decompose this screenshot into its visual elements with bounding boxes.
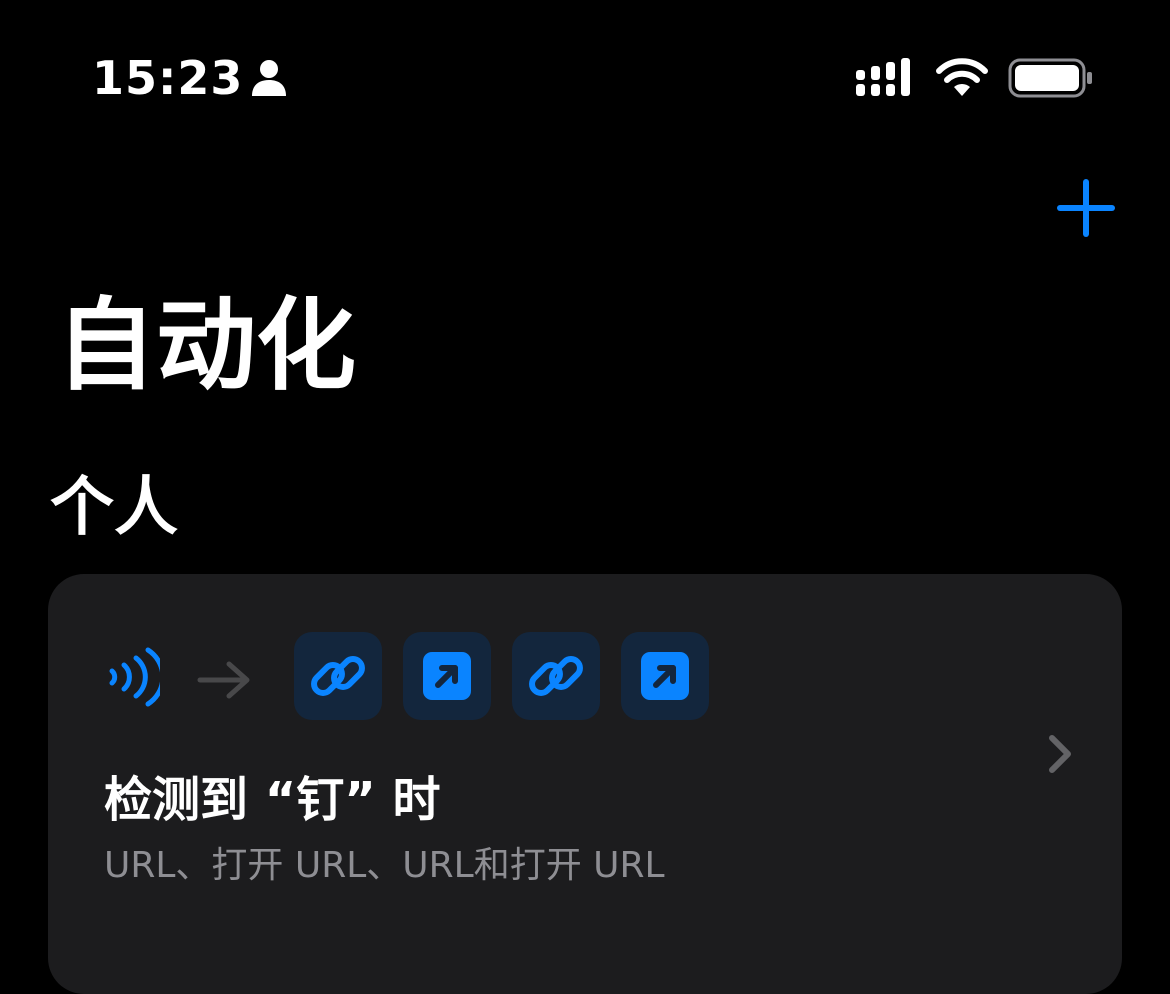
link-icon: [529, 656, 583, 696]
automation-subtitle: URL、打开 URL、URL和打开 URL: [104, 845, 665, 886]
add-automation-button[interactable]: [1056, 178, 1116, 238]
automation-card[interactable]: 检测到 “钉” 时 URL、打开 URL、URL和打开 URL: [48, 574, 1122, 994]
person-icon: [252, 60, 286, 96]
cellular-signal-icon: [856, 58, 910, 96]
action-url: [294, 632, 382, 720]
plus-icon: [1057, 179, 1115, 237]
nfc-icon: [109, 647, 160, 707]
open-url-icon: [641, 652, 689, 700]
status-bar: 15:23: [0, 0, 1170, 160]
automation-title: 检测到 “钉” 时: [104, 772, 441, 828]
page-title: 自动化: [56, 287, 356, 404]
action-open-url: [403, 632, 491, 720]
section-header-personal: 个人: [50, 471, 178, 545]
link-icon: [311, 656, 365, 696]
chevron-right-icon: [1049, 735, 1071, 773]
action-open-url: [621, 632, 709, 720]
action-url: [512, 632, 600, 720]
wifi-icon: [936, 58, 988, 96]
arrow-right-icon: [197, 661, 250, 699]
battery-icon: [1008, 58, 1092, 98]
status-time: 15:23: [92, 51, 244, 105]
open-url-icon: [423, 652, 471, 700]
